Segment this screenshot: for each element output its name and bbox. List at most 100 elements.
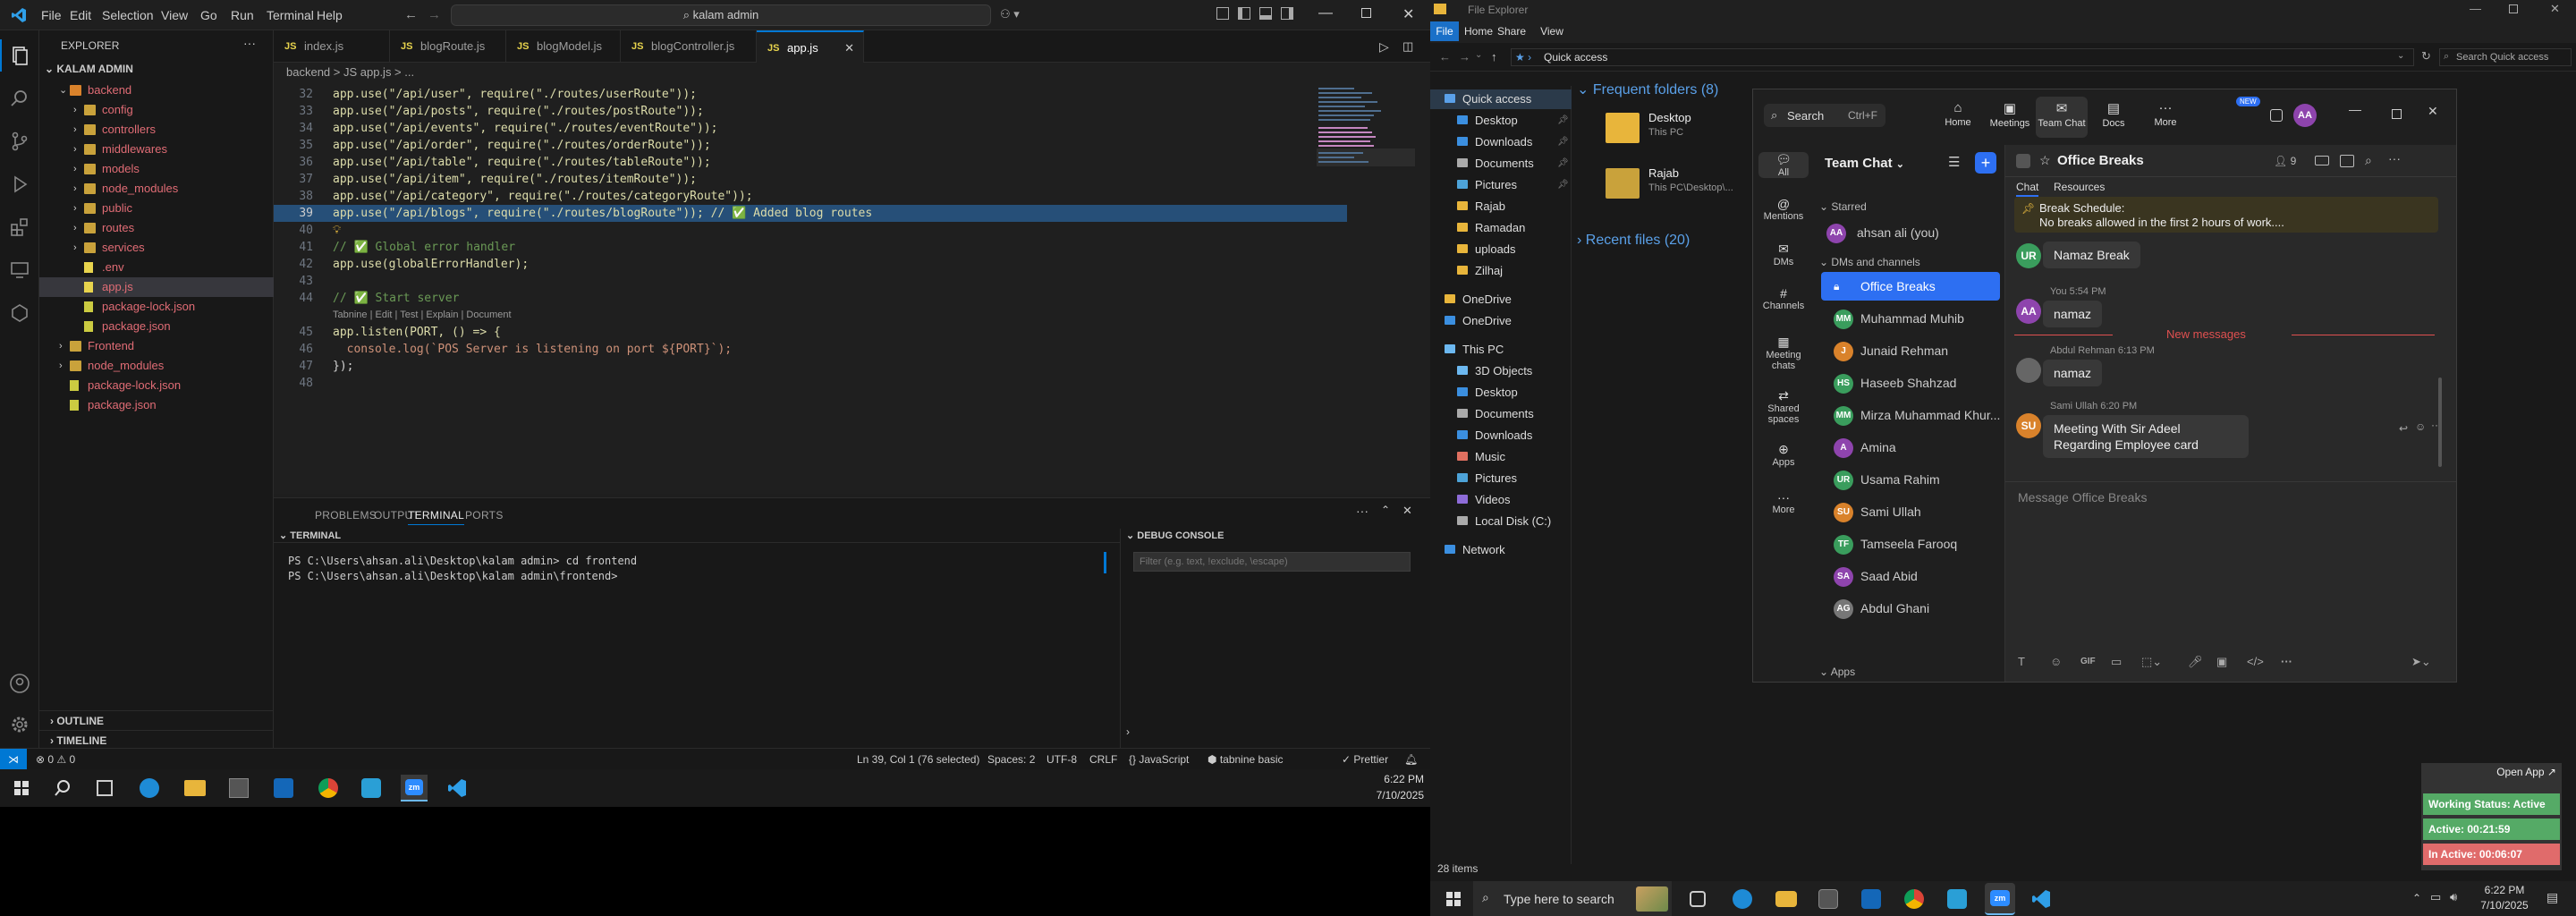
chevron-right-icon[interactable]: › (1126, 725, 1130, 738)
screenshot-icon[interactable]: ⬚⌄ (2141, 655, 2162, 669)
ribbon-tab-share[interactable]: Share (1495, 21, 1529, 41)
close-icon[interactable]: ✕ (1402, 5, 1414, 23)
search-icon[interactable] (9, 88, 30, 109)
tree-item[interactable]: package-lock.json (39, 376, 274, 395)
pinned-message[interactable]: 📌︎ Break Schedule: No breaks allowed in … (2014, 197, 2438, 233)
channel-item[interactable]: A Amina (1821, 433, 2000, 462)
back-arrow-icon[interactable]: ← (1439, 50, 1451, 64)
nav-item[interactable]: Ramadan (1457, 218, 1582, 238)
emoji-icon[interactable]: ☺ (2415, 420, 2426, 433)
new-chat-button[interactable]: + (1975, 152, 1996, 174)
send-icon[interactable]: ➤⌄ (2411, 655, 2431, 669)
problems-count[interactable]: ⊗ 0 ⚠ 0 (36, 753, 75, 766)
maximize-panel-icon[interactable]: ⌃ (1381, 504, 1390, 516)
close-tab-icon[interactable]: ✕ (844, 32, 854, 64)
channel-item[interactable]: 🔒︎ Office Breaks (1821, 272, 2000, 301)
search-icon[interactable]: ⌕ (2365, 153, 2372, 168)
compose-input[interactable]: Message Office Breaks (2018, 490, 2147, 505)
copilot-icon[interactable]: ⚇ ▾ (1000, 7, 1020, 21)
tabnine-status[interactable]: ⬢ tabnine basic (1208, 753, 1284, 766)
nav-item[interactable]: Videos (1457, 490, 1582, 510)
rail-channels[interactable]: # Channels (1753, 286, 1814, 311)
channel-item[interactable]: SA Saad Abid (1821, 562, 2000, 590)
volume-tray-icon[interactable]: 🔊︎ (2450, 890, 2457, 904)
nav-item[interactable]: Local Disk (C:) (1457, 512, 1582, 531)
search-icon[interactable] (54, 779, 72, 797)
nav-item[interactable]: Downloads (1457, 426, 1582, 445)
ribbon-tab-file[interactable]: File (1430, 21, 1459, 41)
tree-item[interactable]: › services (39, 238, 274, 258)
tree-item[interactable]: › models (39, 159, 274, 179)
members-button[interactable]: 👤︎ 9 (2274, 155, 2296, 167)
tree-item[interactable]: › public (39, 199, 274, 218)
channel-item[interactable]: MM Mirza Muhammad Khur... (1821, 401, 2000, 429)
tree-item[interactable]: app.js (39, 277, 274, 297)
task-view-icon[interactable] (1690, 891, 1706, 907)
close-icon[interactable]: ✕ (2550, 2, 2560, 16)
ribbon-tab-view[interactable]: View (1538, 21, 1566, 41)
starred-section[interactable]: ⌄ Starred (1819, 200, 1867, 213)
bell-icon[interactable]: 🔔︎ (1404, 753, 1418, 766)
terminal-output[interactable]: PS C:\Users\ahsan.ali\Desktop\kalam admi… (288, 554, 1093, 607)
rail-all[interactable]: 💬︎ All (1758, 152, 1809, 178)
tray-chevron-up-icon[interactable]: ⌃ (2412, 892, 2421, 904)
menu-item-file[interactable]: File (41, 8, 62, 22)
file-explorer-icon[interactable] (1775, 891, 1797, 907)
store-icon[interactable] (1818, 889, 1838, 909)
workspace-root[interactable]: ⌄ KALAM ADMIN (45, 63, 133, 75)
extensions-icon[interactable] (9, 216, 30, 238)
message[interactable]: Abdul Rehman 6:13 PM namaz (2005, 345, 2435, 395)
language-mode[interactable]: {} JavaScript (1129, 753, 1189, 766)
taskbar-search[interactable]: ⌕ Type here to search (1473, 881, 1672, 916)
nav-item[interactable]: Desktop (1457, 383, 1582, 403)
vscode-taskbar-icon[interactable] (447, 778, 467, 798)
app-icon[interactable] (361, 778, 381, 798)
remote-indicator-icon[interactable]: ⋊ (0, 749, 27, 770)
menu-item-terminal[interactable]: Terminal (267, 8, 314, 22)
tree-item[interactable]: package-lock.json (39, 297, 274, 317)
menu-item-selection[interactable]: Selection (102, 8, 154, 22)
windows-start-icon[interactable] (14, 781, 29, 795)
nav-meetings[interactable]: ▣ Meetings (1984, 97, 2036, 138)
split-editor-icon[interactable]: ◫ (1402, 30, 1413, 63)
notifications-icon[interactable]: ▤ (2546, 890, 2558, 905)
forward-arrow-icon[interactable]: → (1459, 50, 1470, 64)
editor-tab[interactable]: JS blogController.js (621, 30, 757, 63)
minimize-icon[interactable]: — (1318, 5, 1333, 21)
rail-more[interactable]: ··· More (1753, 490, 1814, 515)
nav-team-chat[interactable]: ✉ Team Chat (2036, 97, 2088, 138)
ribbon-tab-home[interactable]: Home (1464, 21, 1493, 41)
tree-item[interactable]: › node_modules (39, 356, 274, 376)
tree-item[interactable]: › routes (39, 218, 274, 238)
code-editor[interactable]: 32 app.use("/api/user", require("./routes… (274, 82, 1430, 494)
nav-item[interactable]: uploads (1457, 240, 1582, 259)
timeline-section[interactable]: › TIMELINE (39, 730, 274, 750)
cursor-position[interactable]: Ln 39, Col 1 (76 selected) (857, 753, 979, 766)
tree-item[interactable]: .env (39, 258, 274, 277)
calendar-icon[interactable] (2340, 155, 2354, 167)
prettier-status[interactable]: ✓ Prettier (1342, 753, 1388, 766)
chat-title[interactable]: Office Breaks (2057, 153, 2144, 168)
more-actions-icon[interactable]: ··· (243, 36, 256, 50)
nav-item[interactable]: Network (1445, 540, 1570, 560)
outlook-icon[interactable] (1861, 889, 1881, 909)
tree-item[interactable]: › Frontend (39, 336, 274, 356)
rail-dms[interactable]: ✉ DMs (1753, 242, 1814, 267)
search-box[interactable]: ⌕ Search Ctrl+F (1764, 104, 1885, 127)
nav-item[interactable]: 3D Objects (1457, 361, 1582, 381)
menu-item-view[interactable]: View (161, 8, 188, 22)
nav-item[interactable]: Quick access (1430, 89, 1572, 109)
channel-item[interactable]: SU Sami Ullah (1821, 497, 2000, 526)
more-options-icon[interactable]: ··· (2388, 151, 2401, 165)
network-tray-icon[interactable]: ▭ (2430, 890, 2441, 904)
editor-tab[interactable]: JS index.js (274, 30, 390, 63)
address-bar[interactable]: ★ › Quick access ⌄ (1511, 48, 2414, 66)
frequent-folders-header[interactable]: ⌄ Frequent folders (8) (1577, 81, 1718, 98)
run-debug-icon[interactable] (9, 174, 30, 195)
whiteboard-icon[interactable] (2270, 109, 2283, 122)
debug-filter-input[interactable] (1133, 552, 1411, 572)
nav-item[interactable]: This PC (1445, 340, 1570, 360)
tree-item[interactable]: › node_modules (39, 179, 274, 199)
panel-tab-problems[interactable]: PROBLEMS (315, 509, 377, 522)
outline-section[interactable]: › OUTLINE (39, 710, 274, 730)
